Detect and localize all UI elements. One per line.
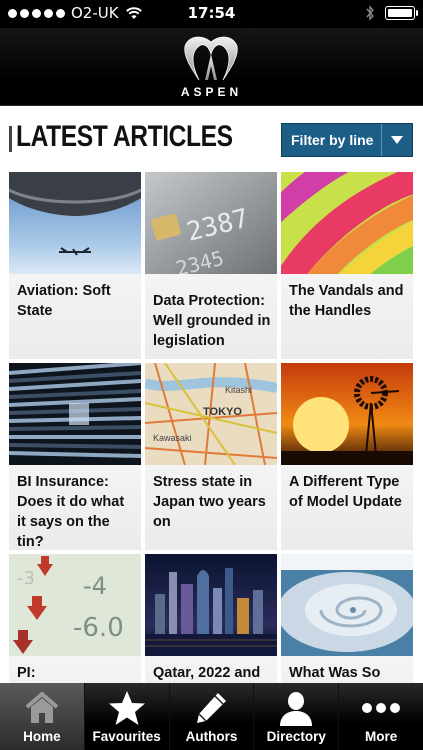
more-dots-icon (361, 689, 401, 727)
article-tile[interactable]: The Vandals and the Handles (281, 172, 413, 359)
tab-authors[interactable]: Authors (168, 683, 254, 750)
page-title: LATEST ARTICLES (16, 120, 233, 153)
stock-numbers-photo: -4 -6.0 -3 (9, 554, 141, 656)
title-accent-bar (9, 126, 12, 152)
article-tile[interactable]: TOKYO Kawasaki Kitashi Stress state in J… (145, 363, 277, 550)
status-time: 17:54 (187, 4, 236, 22)
article-title: Stress state in Japan two years on (153, 474, 266, 530)
chevron-down-icon (382, 124, 412, 156)
article-tile[interactable]: 2387 2345 Data Protection: Well grounded… (145, 172, 277, 359)
server-rack-photo (9, 363, 141, 465)
tab-label: Authors (185, 729, 238, 744)
pencil-icon (191, 689, 231, 727)
svg-text:-6.0: -6.0 (73, 613, 124, 643)
article-tile[interactable]: -4 -6.0 -3 PI: (9, 554, 141, 684)
person-icon (276, 689, 316, 727)
app-screen: O2-UK 17:54 ASPEN LATEST ARTICLES Filter… (0, 0, 423, 750)
colorful-spiral-photo (281, 172, 413, 274)
japan-map-photo: TOKYO Kawasaki Kitashi (145, 363, 277, 465)
article-title: The Vandals and the Handles (289, 283, 404, 319)
tab-label: Directory (266, 729, 326, 744)
windmill-sunset-photo (281, 363, 413, 465)
logo-text: ASPEN (180, 85, 243, 99)
article-title: BI Insurance: Does it do what it says on… (17, 474, 125, 550)
airplane-photo (9, 172, 141, 274)
filter-by-line-button[interactable]: Filter by line (281, 123, 413, 157)
tab-bar: Home Favourites Authors Directory More (0, 683, 423, 750)
star-icon (107, 689, 147, 727)
svg-text:Kitashi: Kitashi (225, 385, 252, 395)
aspen-logo-icon (184, 36, 238, 81)
article-tile[interactable]: A Different Type of Model Update (281, 363, 413, 550)
tab-home[interactable]: Home (0, 683, 84, 750)
svg-text:TOKYO: TOKYO (203, 406, 242, 418)
title-row: LATEST ARTICLES Filter by line (0, 106, 423, 170)
filter-label: Filter by line (291, 132, 374, 148)
tab-directory[interactable]: Directory (253, 683, 338, 750)
tab-label: Favourites (92, 729, 161, 744)
article-title: Qatar, 2022 and (153, 665, 261, 681)
tab-label: More (364, 729, 398, 744)
svg-text:-3: -3 (17, 568, 35, 589)
article-tile[interactable]: Aviation: Soft State (9, 172, 141, 359)
article-title: Data Protection: Well grounded in legisl… (153, 293, 271, 349)
city-skyline-photo (145, 554, 277, 656)
article-tile[interactable]: BI Insurance: Does it do what it says on… (9, 363, 141, 550)
status-right (365, 5, 418, 21)
tab-more[interactable]: More (338, 683, 423, 750)
battery-icon (385, 6, 418, 20)
article-title: What Was So (289, 665, 381, 681)
credit-card-photo: 2387 2345 (145, 172, 277, 274)
hurricane-satellite-photo (281, 554, 413, 656)
articles-grid: Aviation: Soft State 2387 2345 Data Prot… (9, 172, 414, 684)
tab-favourites[interactable]: Favourites (83, 683, 169, 750)
tab-label: Home (23, 729, 61, 744)
svg-text:-4: -4 (83, 572, 107, 600)
home-icon (22, 689, 62, 727)
svg-text:Kawasaki: Kawasaki (153, 433, 192, 443)
article-title: Aviation: Soft State (17, 283, 111, 319)
bluetooth-icon (366, 5, 374, 21)
article-title: PI: (17, 665, 36, 681)
article-tile[interactable]: Qatar, 2022 and (145, 554, 277, 684)
article-title: A Different Type of Model Update (289, 474, 402, 510)
status-bar: O2-UK 17:54 (0, 0, 423, 28)
app-header: ASPEN (0, 28, 423, 106)
article-tile[interactable]: What Was So (281, 554, 413, 684)
